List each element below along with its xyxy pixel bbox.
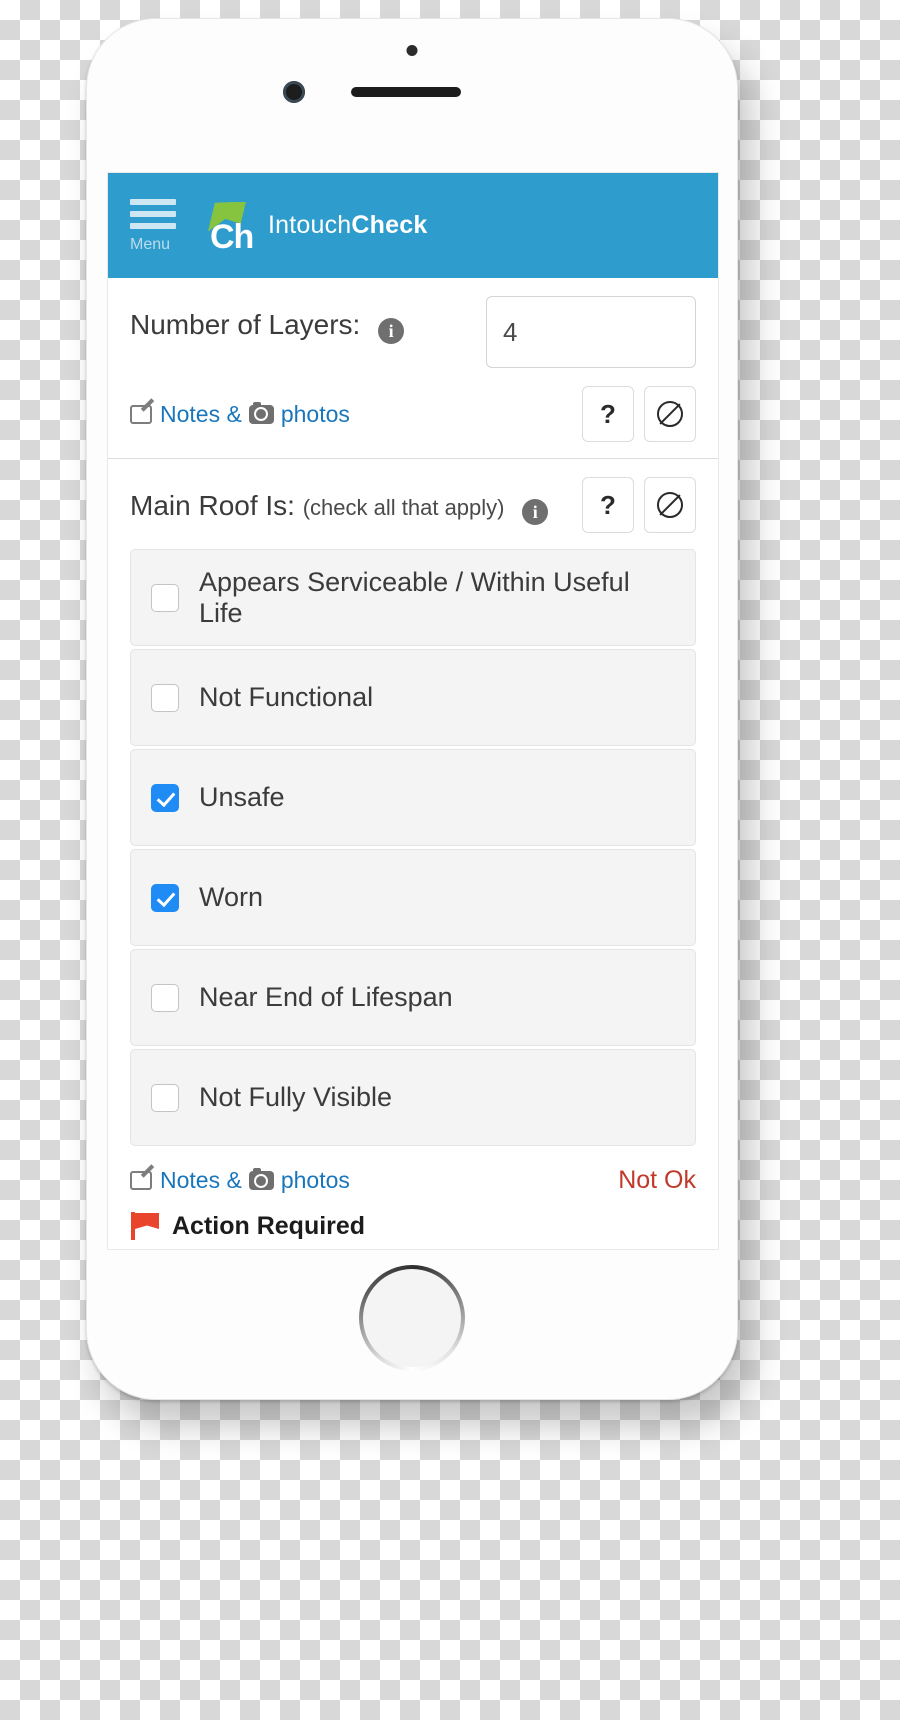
action-required-label: Action Required — [172, 1211, 366, 1240]
hamburger-menu-icon — [130, 198, 176, 235]
front-camera-icon — [283, 81, 305, 103]
notes-label: Notes & — [160, 1167, 242, 1193]
menu-label: Menu — [130, 235, 171, 253]
layers-input[interactable] — [486, 296, 696, 368]
list-item-label: Not Fully Visible — [199, 1082, 393, 1112]
main-roof-question-row: Main Roof Is: (check all that apply) i ? — [130, 477, 696, 533]
list-item[interactable]: Unsafe — [130, 749, 696, 846]
list-item[interactable]: Near End of Lifespan — [130, 949, 696, 1046]
home-button[interactable] — [359, 1265, 465, 1371]
layers-button-group: ? — [582, 386, 696, 442]
main-roof-question-label: Main Roof Is: (check all that apply) i — [130, 477, 568, 526]
list-item[interactable]: Not Functional — [130, 649, 696, 746]
action-required-row: Action Required — [130, 1211, 696, 1241]
pencil-icon — [130, 1171, 152, 1190]
main-roof-checkbox-list: Appears Serviceable / Within Useful Life… — [130, 549, 696, 1146]
layers-question-row: Number of Layers: i — [130, 296, 696, 368]
list-item[interactable]: Not Fully Visible — [130, 1049, 696, 1146]
checkbox-icon[interactable] — [151, 1083, 179, 1112]
camera-icon — [248, 401, 274, 424]
main-roof-sublabel: (check all that apply) — [302, 495, 505, 520]
main-roof-label-text: Main Roof Is: — [130, 490, 295, 521]
checkbox-icon[interactable] — [151, 683, 179, 712]
status-badge: Not Ok — [618, 1166, 696, 1194]
app-title-suffix: Check — [351, 211, 428, 239]
app-title: IntouchCheck — [268, 211, 427, 240]
section-number-of-layers: Number of Layers: i Notes & photos ? — [108, 278, 718, 459]
app-header: Menu Ch IntouchCheck — [108, 173, 718, 278]
front-sensor-icon — [406, 45, 418, 56]
info-icon[interactable]: i — [522, 499, 549, 526]
help-button-label: ? — [600, 398, 616, 429]
camera-icon — [248, 1168, 274, 1190]
list-item-label: Not Functional — [199, 682, 374, 712]
notes-and-photos-link[interactable]: Notes & photos — [130, 1167, 350, 1194]
photos-label: photos — [280, 1167, 350, 1193]
photos-label: photos — [280, 400, 350, 427]
checkbox-icon[interactable] — [151, 583, 179, 612]
earpiece-speaker — [351, 87, 461, 97]
red-flag-icon — [130, 1211, 160, 1241]
notes-and-photos-link[interactable]: Notes & photos — [130, 401, 350, 428]
layers-question-label: Number of Layers: i — [130, 296, 472, 345]
phone-mockup: Menu Ch IntouchCheck Number of Layers: i — [86, 18, 738, 1400]
main-roof-result-row: Notes & photos Not Ok — [130, 1166, 696, 1195]
notes-label: Notes & — [160, 400, 242, 427]
checkbox-icon[interactable] — [151, 983, 179, 1012]
list-item-label: Worn — [199, 882, 264, 912]
logo-ch-text: Ch — [210, 217, 254, 256]
list-item[interactable]: Appears Serviceable / Within Useful Life — [130, 549, 696, 646]
layers-label-text: Number of Layers: — [130, 309, 361, 340]
list-item-label: Unsafe — [199, 782, 285, 812]
not-applicable-button[interactable] — [644, 386, 696, 442]
help-button[interactable]: ? — [582, 386, 634, 442]
main-roof-button-group: ? — [582, 477, 696, 533]
not-applicable-button[interactable] — [644, 477, 696, 533]
help-button-label: ? — [600, 489, 616, 520]
section-main-roof: Main Roof Is: (check all that apply) i ? — [108, 459, 718, 1249]
list-item-label: Near End of Lifespan — [199, 982, 453, 1012]
app-title-prefix: Intouch — [268, 211, 352, 239]
list-item[interactable]: Worn — [130, 849, 696, 946]
pencil-icon — [130, 404, 152, 424]
checkbox-icon[interactable] — [151, 883, 179, 912]
checkbox-icon[interactable] — [151, 783, 179, 812]
help-button[interactable]: ? — [582, 477, 634, 533]
info-icon[interactable]: i — [378, 318, 405, 345]
circle-slash-icon — [657, 492, 683, 518]
menu-button[interactable]: Menu — [130, 198, 188, 253]
app-logo-icon: Ch — [204, 200, 256, 256]
layers-action-row: Notes & photos ? — [130, 386, 696, 442]
circle-slash-icon — [657, 401, 683, 427]
app-screen: Menu Ch IntouchCheck Number of Layers: i — [107, 172, 719, 1250]
list-item-label: Appears Serviceable / Within Useful Life — [199, 566, 630, 628]
